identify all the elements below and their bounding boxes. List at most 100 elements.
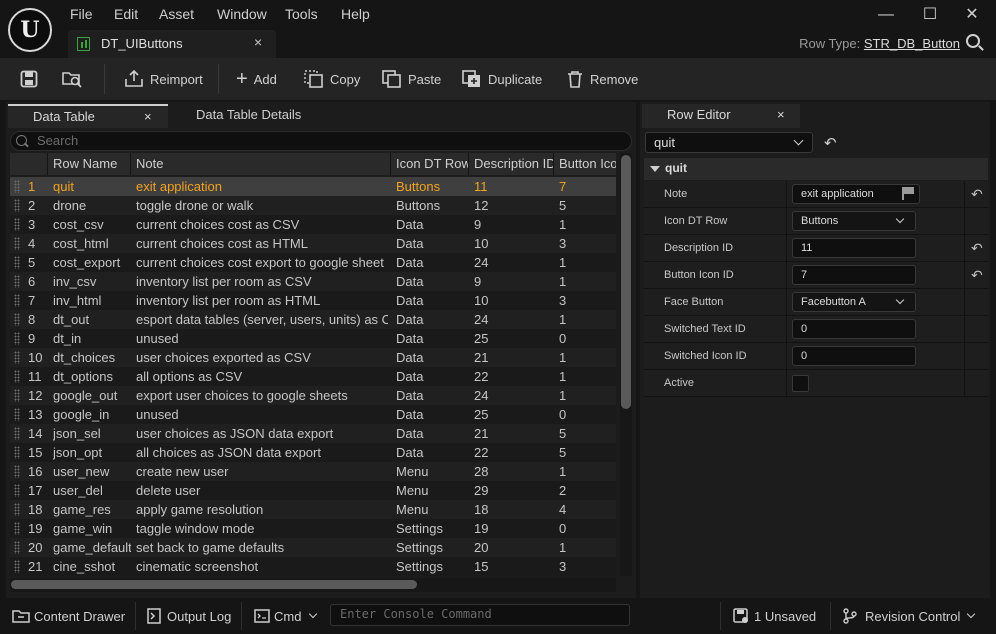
paste-button[interactable]: Paste [382, 58, 441, 100]
localization-flag-icon[interactable] [902, 187, 914, 200]
copy-button[interactable]: Copy [304, 58, 360, 100]
menu-window[interactable]: Window [217, 6, 267, 22]
table-row[interactable]: 7 inv_html inventory list per room as HTML… [10, 291, 616, 310]
row-select-dropdown[interactable]: quit [645, 132, 813, 153]
table-row[interactable]: 20 game_defaults set back to game defaults… [10, 538, 616, 557]
table-row[interactable]: 18 game_res apply game resolution Menu 18 4 [10, 500, 616, 519]
horizontal-scrollbar[interactable] [10, 578, 616, 592]
tab-row-editor-close-button[interactable]: × [777, 103, 785, 127]
tab-row-editor[interactable]: Row Editor × [642, 104, 800, 128]
button-icon-id-field[interactable]: 7 [792, 265, 916, 285]
table-row[interactable]: 1 quit exit application Buttons 11 7 [10, 177, 616, 196]
drag-handle-icon[interactable] [14, 427, 20, 440]
maximize-button[interactable]: ☐ [915, 4, 945, 26]
table-row[interactable]: 11 dt_options all options as CSV Data 22 1 [10, 367, 616, 386]
table-row[interactable]: 8 dt_out esport data tables (server, users… [10, 310, 616, 329]
category-header[interactable]: quit [644, 158, 988, 180]
vertical-scrollbar[interactable] [620, 153, 632, 576]
table-row[interactable]: 4 cost_html current choices cost as HTML Da… [10, 234, 616, 253]
table-row[interactable]: 2 drone toggle drone or walk Buttons 12 5 [10, 196, 616, 215]
table-row[interactable]: 14 json_sel user choices as JSON data expo… [10, 424, 616, 443]
browse-button[interactable] [62, 58, 84, 100]
menu-help[interactable]: Help [341, 6, 370, 22]
table-row[interactable]: 9 dt_in unused Data 25 0 [10, 329, 616, 348]
table-row[interactable]: 3 cost_csv current choices cost as CSV Data… [10, 215, 616, 234]
console-input[interactable]: Enter Console Command [330, 604, 630, 626]
drag-handle-icon[interactable] [14, 199, 20, 212]
content-drawer-button[interactable]: Content Drawer [12, 598, 125, 634]
drag-handle-icon[interactable] [14, 465, 20, 478]
output-log-button[interactable]: Output Log [147, 598, 231, 634]
duplicate-button[interactable]: Duplicate [462, 58, 542, 100]
table-row[interactable]: 5 cost_export current choices cost export … [10, 253, 616, 272]
save-button[interactable] [20, 58, 38, 100]
column-header-icon-dt-row[interactable]: Icon DT Row [391, 153, 469, 175]
reset-arrow-icon[interactable]: ↶ [824, 134, 837, 152]
unreal-logo-icon[interactable]: U [8, 8, 52, 52]
drag-handle-icon[interactable] [14, 313, 20, 326]
table-row[interactable]: 21 cine_sshot cinematic screenshot Settings… [10, 557, 616, 576]
switched-text-id-field[interactable]: 0 [792, 319, 916, 339]
table-row[interactable]: 17 user_del delete user Menu 29 2 [10, 481, 616, 500]
drag-handle-icon[interactable] [14, 560, 20, 573]
reimport-button[interactable]: Reimport [124, 58, 203, 100]
menu-asset[interactable]: Asset [159, 6, 194, 22]
minimize-button[interactable]: — [871, 4, 901, 26]
drag-handle-icon[interactable] [14, 180, 20, 193]
drag-handle-icon[interactable] [14, 484, 20, 497]
active-checkbox[interactable] [792, 375, 809, 392]
column-header-note[interactable]: Note [131, 153, 391, 175]
drag-handle-icon[interactable] [14, 503, 20, 516]
drag-handle-icon[interactable] [14, 370, 20, 383]
drag-handle-icon[interactable] [14, 351, 20, 364]
drag-handle-icon[interactable] [14, 256, 20, 269]
vertical-scrollbar-thumb[interactable] [621, 155, 631, 409]
note-field[interactable]: exit application [792, 184, 920, 204]
tab-data-table-close-button[interactable]: × [144, 105, 152, 129]
table-row[interactable]: 16 user_new create new user Menu 28 1 [10, 462, 616, 481]
menu-tools[interactable]: Tools [285, 6, 318, 22]
drag-handle-icon[interactable] [14, 294, 20, 307]
drag-handle-icon[interactable] [14, 446, 20, 459]
drag-handle-icon[interactable] [14, 237, 20, 250]
tab-data-table-details[interactable]: Data Table Details [180, 104, 400, 128]
drag-handle-icon[interactable] [14, 275, 20, 288]
drag-handle-icon[interactable] [14, 408, 20, 421]
column-header-description-id[interactable]: Description ID [469, 153, 554, 175]
menu-edit[interactable]: Edit [114, 6, 138, 22]
drag-handle-icon[interactable] [14, 332, 20, 345]
switched-icon-id-field[interactable]: 0 [792, 346, 916, 366]
reset-arrow-icon[interactable]: ↶ [971, 267, 983, 284]
document-tab-close-button[interactable]: × [254, 34, 262, 50]
document-tab[interactable]: DT_UIButtons × [68, 30, 276, 58]
table-row[interactable]: 19 game_win taggle window mode Settings 19 0 [10, 519, 616, 538]
drag-handle-icon[interactable] [14, 541, 20, 554]
search-input[interactable]: Search [10, 131, 632, 151]
cmd-dropdown[interactable]: Cmd [254, 598, 318, 634]
table-row[interactable]: 10 dt_choices user choices exported as CSV… [10, 348, 616, 367]
close-window-button[interactable]: ✕ [957, 4, 987, 26]
menu-file[interactable]: File [70, 6, 93, 22]
drag-handle-icon[interactable] [14, 522, 20, 535]
face-button-dropdown[interactable]: Facebutton A [792, 292, 916, 312]
remove-button[interactable]: Remove [566, 58, 638, 100]
table-row[interactable]: 6 inv_csv inventory list per room as CSV Da… [10, 272, 616, 291]
drag-handle-icon[interactable] [14, 218, 20, 231]
column-header-row-name[interactable]: Row Name [48, 153, 131, 175]
icon-dt-row-dropdown[interactable]: Buttons [792, 211, 916, 231]
reset-arrow-icon[interactable]: ↶ [971, 186, 983, 203]
table-row[interactable]: 13 google_in unused Data 25 0 [10, 405, 616, 424]
row-type-value[interactable]: STR_DB_Button [864, 36, 960, 51]
horizontal-scrollbar-thumb[interactable] [11, 580, 417, 589]
add-button[interactable]: + Add [236, 58, 277, 100]
drag-handle-icon[interactable] [14, 389, 20, 402]
unsaved-button[interactable]: 1 Unsaved [733, 598, 816, 634]
tab-data-table[interactable]: Data Table × [8, 104, 168, 128]
column-header-button-icon-id[interactable]: Button Icon ID [554, 153, 616, 175]
table-row[interactable]: 15 json_opt all choices as JSON data expor… [10, 443, 616, 462]
table-row[interactable]: 12 google_out export user choices to googl… [10, 386, 616, 405]
revision-control-button[interactable]: Revision Control [843, 598, 976, 634]
search-icon[interactable] [966, 34, 980, 48]
description-id-field[interactable]: 11 [792, 238, 916, 258]
reset-arrow-icon[interactable]: ↶ [971, 240, 983, 257]
